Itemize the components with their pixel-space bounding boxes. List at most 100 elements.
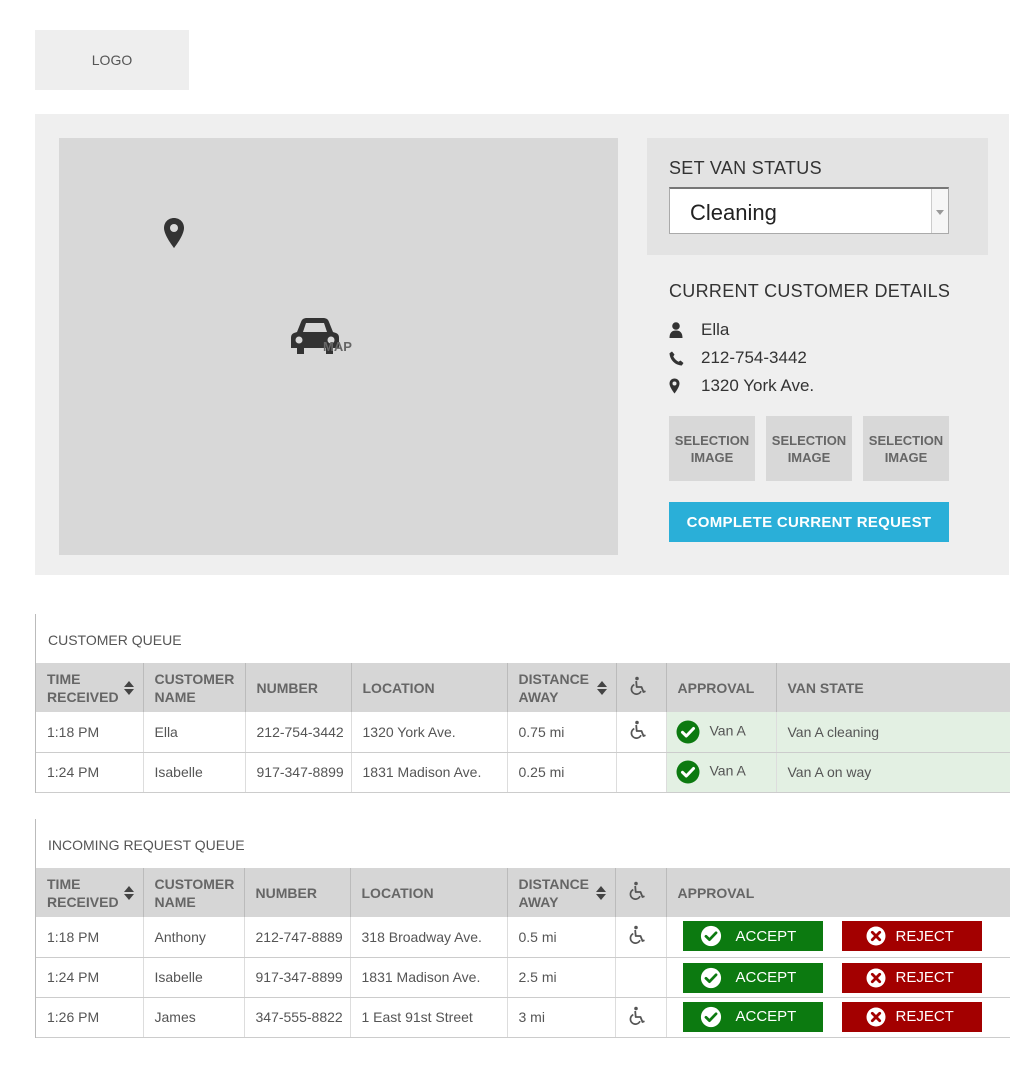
x-circle-icon — [866, 1007, 886, 1027]
van-panel: MAP SET VAN STATUS Cleaning CURRENT CUST… — [35, 114, 1009, 575]
column-header-accessibility — [616, 663, 667, 712]
column-header-approval: APPROVAL — [666, 868, 1010, 917]
van-status-title: SET VAN STATUS — [669, 158, 822, 178]
location-pin-icon — [669, 378, 701, 394]
cell-time: 1:18 PM — [36, 917, 144, 958]
column-header-time[interactable]: TIME RECEIVED — [36, 868, 144, 917]
table-row[interactable]: 1:26 PM James 347-555-8822 1 East 91st S… — [36, 997, 1010, 1038]
wheelchair-icon — [627, 1006, 647, 1026]
cell-approval: Van A — [666, 712, 777, 753]
column-header-distance[interactable]: DISTANCE AWAY — [507, 868, 616, 917]
cell-accessibility — [616, 712, 667, 753]
sort-icon[interactable] — [123, 885, 135, 901]
logo-text: LOGO — [91, 52, 133, 68]
cell-number: 917-347-8899 — [245, 752, 352, 793]
cell-location: 1831 Madison Ave. — [350, 957, 508, 998]
location-pin-icon — [164, 218, 184, 248]
x-circle-icon — [866, 968, 886, 988]
logo: LOGO — [35, 30, 189, 90]
cell-time: 1:24 PM — [36, 957, 144, 998]
column-header-location: LOCATION — [351, 663, 508, 712]
column-header-accessibility — [615, 868, 667, 917]
reject-button[interactable]: REJECT — [841, 1001, 982, 1032]
column-header-number: NUMBER — [244, 868, 351, 917]
selection-image-3[interactable]: SELECTION IMAGE — [863, 416, 949, 481]
customer-queue-title: CUSTOMER QUEUE — [48, 632, 182, 648]
cell-accessibility — [615, 917, 667, 958]
cell-location: 318 Broadway Ave. — [350, 917, 508, 958]
customer-phone-row: 212-754-3442 — [669, 346, 807, 370]
sort-icon[interactable] — [595, 885, 607, 901]
table-row[interactable]: 1:24 PM Isabelle 917-347-8899 1831 Madis… — [36, 752, 1010, 793]
sort-icon[interactable] — [596, 680, 608, 696]
table-row[interactable]: 1:18 PM Anthony 212-747-8889 318 Broadwa… — [36, 917, 1010, 958]
wheelchair-icon — [627, 881, 647, 901]
cell-van-state: Van A cleaning — [776, 712, 1010, 753]
check-circle-icon — [700, 925, 722, 947]
cell-number: 212-747-8889 — [244, 917, 351, 958]
cell-location: 1831 Madison Ave. — [351, 752, 508, 793]
x-circle-icon — [866, 926, 886, 946]
customer-name-row: Ella — [669, 318, 729, 342]
wheelchair-icon — [628, 720, 648, 740]
cell-approval: ACCEPT REJECT — [666, 997, 1010, 1038]
cell-distance: 2.5 mi — [507, 957, 616, 998]
column-header-distance[interactable]: DISTANCE AWAY — [507, 663, 617, 712]
check-circle-icon — [676, 720, 700, 744]
column-header-approval: APPROVAL — [666, 663, 777, 712]
cell-time: 1:24 PM — [36, 752, 144, 793]
cell-distance: 0.5 mi — [507, 917, 616, 958]
cell-approval: ACCEPT REJECT — [666, 957, 1010, 998]
customer-name: Ella — [701, 320, 730, 339]
cell-name: Isabelle — [143, 957, 245, 998]
check-circle-icon — [700, 967, 722, 989]
cell-approval: ACCEPT REJECT — [666, 917, 1010, 958]
accept-button[interactable]: ACCEPT — [682, 921, 823, 951]
accept-button[interactable]: ACCEPT — [682, 1001, 823, 1032]
wheelchair-icon — [628, 676, 648, 696]
cell-distance: 3 mi — [507, 997, 616, 1038]
column-header-location: LOCATION — [350, 868, 508, 917]
map-label: MAP — [323, 339, 352, 354]
van-status-select[interactable]: Cleaning — [669, 187, 949, 234]
customer-address: 1320 York Ave. — [701, 376, 815, 395]
customer-details-title: CURRENT CUSTOMER DETAILS — [669, 281, 951, 301]
van-status-value: Cleaning — [690, 200, 777, 225]
customer-phone: 212-754-3442 — [701, 348, 807, 367]
complete-request-button[interactable]: COMPLETE CURRENT REQUEST — [669, 502, 949, 542]
cell-time: 1:18 PM — [36, 712, 144, 753]
reject-button[interactable]: REJECT — [841, 962, 982, 993]
cell-van-state: Van A on way — [776, 752, 1010, 793]
table-row[interactable]: 1:24 PM Isabelle 917-347-8899 1831 Madis… — [36, 957, 1010, 998]
cell-name: Ella — [143, 712, 246, 753]
column-header-van-state: VAN STATE — [776, 663, 1010, 712]
table-row[interactable]: 1:18 PM Ella 212-754-3442 1320 York Ave.… — [36, 712, 1010, 753]
cell-location: 1320 York Ave. — [351, 712, 508, 753]
customer-queue: CUSTOMER QUEUE TIME RECEIVED CUSTOMER NA… — [35, 614, 1010, 793]
user-icon — [669, 322, 701, 338]
selection-image-1[interactable]: SELECTION IMAGE — [669, 416, 755, 481]
customer-queue-table: TIME RECEIVED CUSTOMER NAME NUMBER LOCAT… — [36, 663, 1010, 793]
sort-icon[interactable] — [123, 680, 135, 696]
cell-approval: Van A — [666, 752, 777, 793]
column-header-time[interactable]: TIME RECEIVED — [36, 663, 144, 712]
column-header-number: NUMBER — [245, 663, 352, 712]
cell-location: 1 East 91st Street — [350, 997, 508, 1038]
selection-image-2[interactable]: SELECTION IMAGE — [766, 416, 852, 481]
incoming-queue-table: TIME RECEIVED CUSTOMER NAME NUMBER LOCAT… — [36, 868, 1010, 1038]
incoming-queue-title: INCOMING REQUEST QUEUE — [48, 837, 245, 853]
cell-name: Anthony — [143, 917, 245, 958]
map[interactable]: MAP — [59, 138, 618, 555]
wheelchair-icon — [627, 925, 647, 945]
cell-time: 1:26 PM — [36, 997, 144, 1038]
accept-button[interactable]: ACCEPT — [682, 962, 823, 993]
cell-distance: 0.25 mi — [507, 752, 617, 793]
reject-button[interactable]: REJECT — [841, 921, 982, 951]
chevron-down-icon[interactable] — [931, 189, 948, 233]
cell-accessibility — [615, 997, 667, 1038]
cell-distance: 0.75 mi — [507, 712, 617, 753]
cell-number: 347-555-8822 — [244, 997, 351, 1038]
check-circle-icon — [676, 760, 700, 784]
customer-address-row: 1320 York Ave. — [669, 374, 814, 398]
cell-number: 212-754-3442 — [245, 712, 352, 753]
